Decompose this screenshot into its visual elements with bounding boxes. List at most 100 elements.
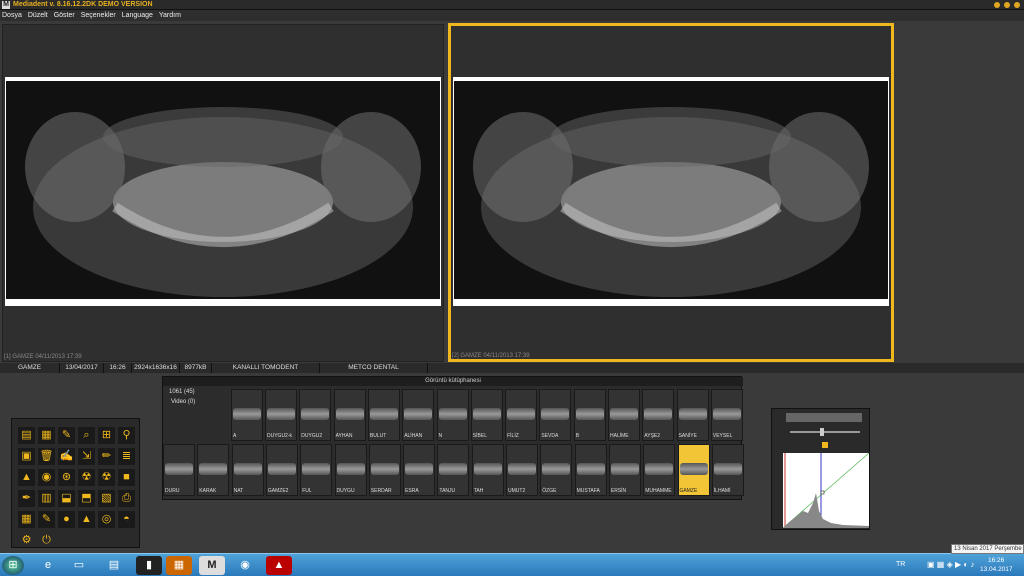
library-thumbnail[interactable]: AYHAN: [333, 389, 366, 441]
terminal-icon[interactable]: ▮: [136, 556, 162, 575]
ruler-icon[interactable]: ⊞: [98, 427, 115, 444]
library-thumbnail[interactable]: GAMZE2: [265, 444, 298, 496]
library-thumbnail[interactable]: SEVDA: [539, 389, 572, 441]
sensor-icon[interactable]: ☢: [78, 469, 95, 486]
menu-yardim[interactable]: Yardım: [159, 12, 181, 19]
lips-icon[interactable]: ◓: [118, 511, 135, 528]
twain2-icon[interactable]: ⬒: [78, 490, 95, 507]
brightness-field[interactable]: [786, 413, 862, 422]
library-thumbnail[interactable]: ÖZGE: [540, 444, 573, 496]
library-thumbnail[interactable]: VEYSEL: [710, 389, 743, 441]
library-thumbnail[interactable]: ESRA: [403, 444, 436, 496]
library-thumbnail[interactable]: HALİME: [608, 389, 640, 441]
menu-secenekler[interactable]: Seçenekler: [81, 12, 116, 19]
scan-icon[interactable]: ⊛: [58, 469, 75, 486]
thumbnail-image: [335, 408, 364, 420]
print-icon[interactable]: ⎙: [118, 490, 135, 507]
pdf-icon[interactable]: ▲: [266, 556, 292, 575]
menu-duzelt[interactable]: Düzelt: [28, 12, 48, 19]
settings-icon[interactable]: ⚙: [18, 532, 35, 549]
clock-time[interactable]: 16:26: [988, 557, 1004, 564]
media-icon[interactable]: ▤: [101, 556, 127, 575]
cone-icon[interactable]: ▲: [78, 511, 95, 528]
twain-icon[interactable]: ⬓: [58, 490, 75, 507]
library-thumbnail[interactable]: DUYGU: [334, 444, 367, 496]
library-thumbnail[interactable]: TANJU: [437, 444, 470, 496]
annotate-icon[interactable]: ✍: [58, 448, 75, 465]
maximize-icon[interactable]: [1004, 2, 1010, 8]
thumbnail-image: [233, 463, 262, 475]
library-thumbnail[interactable]: GAMZE: [677, 444, 710, 496]
minimize-icon[interactable]: [994, 2, 1000, 8]
xray-icon[interactable]: ☢: [98, 469, 115, 486]
library-thumbnail[interactable]: B: [573, 389, 606, 441]
pen-icon[interactable]: ✒: [18, 490, 35, 507]
library-thumbnail[interactable]: ALİHAN: [402, 389, 435, 441]
library-thumbnail[interactable]: SİBEL: [470, 389, 503, 441]
histogram-chart[interactable]: [783, 453, 869, 528]
thumbnail-image: [369, 408, 398, 420]
library-thumbnail[interactable]: MUSTAFA: [574, 444, 607, 496]
library-thumbnail[interactable]: N: [436, 389, 469, 441]
mediadent-taskbar-icon[interactable]: M: [199, 556, 225, 575]
library-thumbnail[interactable]: ERSİN: [608, 444, 641, 496]
export-icon[interactable]: ▦: [38, 427, 55, 444]
library-thumbnail[interactable]: BULUT: [367, 389, 400, 441]
gallery-icon[interactable]: ▥: [38, 490, 55, 507]
slider-thumb[interactable]: [820, 428, 824, 436]
library-thumbnail[interactable]: AYŞE2: [642, 389, 675, 441]
thumbnail-label: DURU: [165, 488, 180, 494]
save-icon[interactable]: ▣: [18, 448, 35, 465]
language-indicator[interactable]: TR: [896, 561, 905, 568]
menu-goster[interactable]: Göster: [54, 12, 75, 19]
menu-dosya[interactable]: Dosya: [2, 12, 22, 19]
thumbnail-image: [165, 463, 193, 475]
contrast-slider[interactable]: [790, 431, 860, 433]
close-icon[interactable]: [1014, 2, 1020, 8]
file-explorer-icon[interactable]: ▭: [66, 556, 92, 575]
library-thumbnail[interactable]: DUYGU2-k: [265, 389, 297, 441]
library-thumbnail[interactable]: SERDAR: [368, 444, 401, 496]
library-thumbnail[interactable]: SANİYE: [676, 389, 709, 441]
delete-icon[interactable]: 🗑: [38, 448, 55, 465]
tray-icons[interactable]: ▣ ▦ ◈ ▶ ◐ ♪: [927, 560, 974, 569]
intraoral-camera-icon[interactable]: ✎: [38, 511, 55, 528]
light-bulb-icon[interactable]: ●: [58, 511, 75, 528]
start-button-icon[interactable]: ⊞: [2, 556, 24, 575]
image-pane-left[interactable]: [1] GAMZE 04/11/2013 17:39: [2, 24, 444, 362]
library-thumbnail[interactable]: DUYGU2: [299, 389, 332, 441]
edit-icon[interactable]: ✎: [58, 427, 75, 444]
import-icon[interactable]: ▤: [18, 427, 35, 444]
zoom-tool-icon[interactable]: ⌕: [78, 427, 95, 444]
document-icon[interactable]: ▧: [98, 490, 115, 507]
thumbnail-image: [508, 463, 536, 475]
ie-icon[interactable]: e: [35, 556, 61, 575]
camera-icon[interactable]: ◉: [38, 469, 55, 486]
brush-icon[interactable]: ✏: [98, 448, 115, 465]
app-taskbar-icon[interactable]: ▦: [166, 556, 192, 575]
gamma-marker-icon[interactable]: [822, 442, 828, 448]
menu-language[interactable]: Language: [122, 12, 153, 19]
adjust-icon[interactable]: ≣: [118, 448, 135, 465]
overlay-icon[interactable]: ◎: [98, 511, 115, 528]
library-thumbnail[interactable]: TAH: [471, 444, 504, 496]
power-icon[interactable]: ⏻: [38, 532, 55, 549]
library-thumbnail[interactable]: A: [231, 389, 263, 441]
clock-date[interactable]: 13.04.2017: [980, 566, 1013, 573]
image-icon[interactable]: ▲: [18, 469, 35, 486]
library-thumbnail[interactable]: DURU: [163, 444, 195, 496]
video-icon[interactable]: ■: [118, 469, 135, 486]
library-thumbnail[interactable]: FİLİZ: [505, 389, 538, 441]
chart-icon[interactable]: ▦: [18, 511, 35, 528]
library-title: Görüntü kütüphanesi: [163, 377, 743, 386]
library-thumbnail[interactable]: UMUT2: [506, 444, 538, 496]
library-thumbnail[interactable]: MUHAMME: [643, 444, 676, 496]
library-thumbnail[interactable]: FUL: [300, 444, 333, 496]
library-thumbnail[interactable]: NAT: [231, 444, 264, 496]
chrome-icon[interactable]: ◉: [232, 556, 258, 575]
image-pane-right[interactable]: [2] GAMZE 04/11/2013 17:39: [448, 23, 894, 362]
search-icon[interactable]: ⚲: [118, 427, 135, 444]
library-thumbnail[interactable]: İLHAMİ: [711, 444, 744, 496]
measure-icon[interactable]: ⇲: [78, 448, 95, 465]
library-thumbnail[interactable]: KARAK: [197, 444, 230, 496]
